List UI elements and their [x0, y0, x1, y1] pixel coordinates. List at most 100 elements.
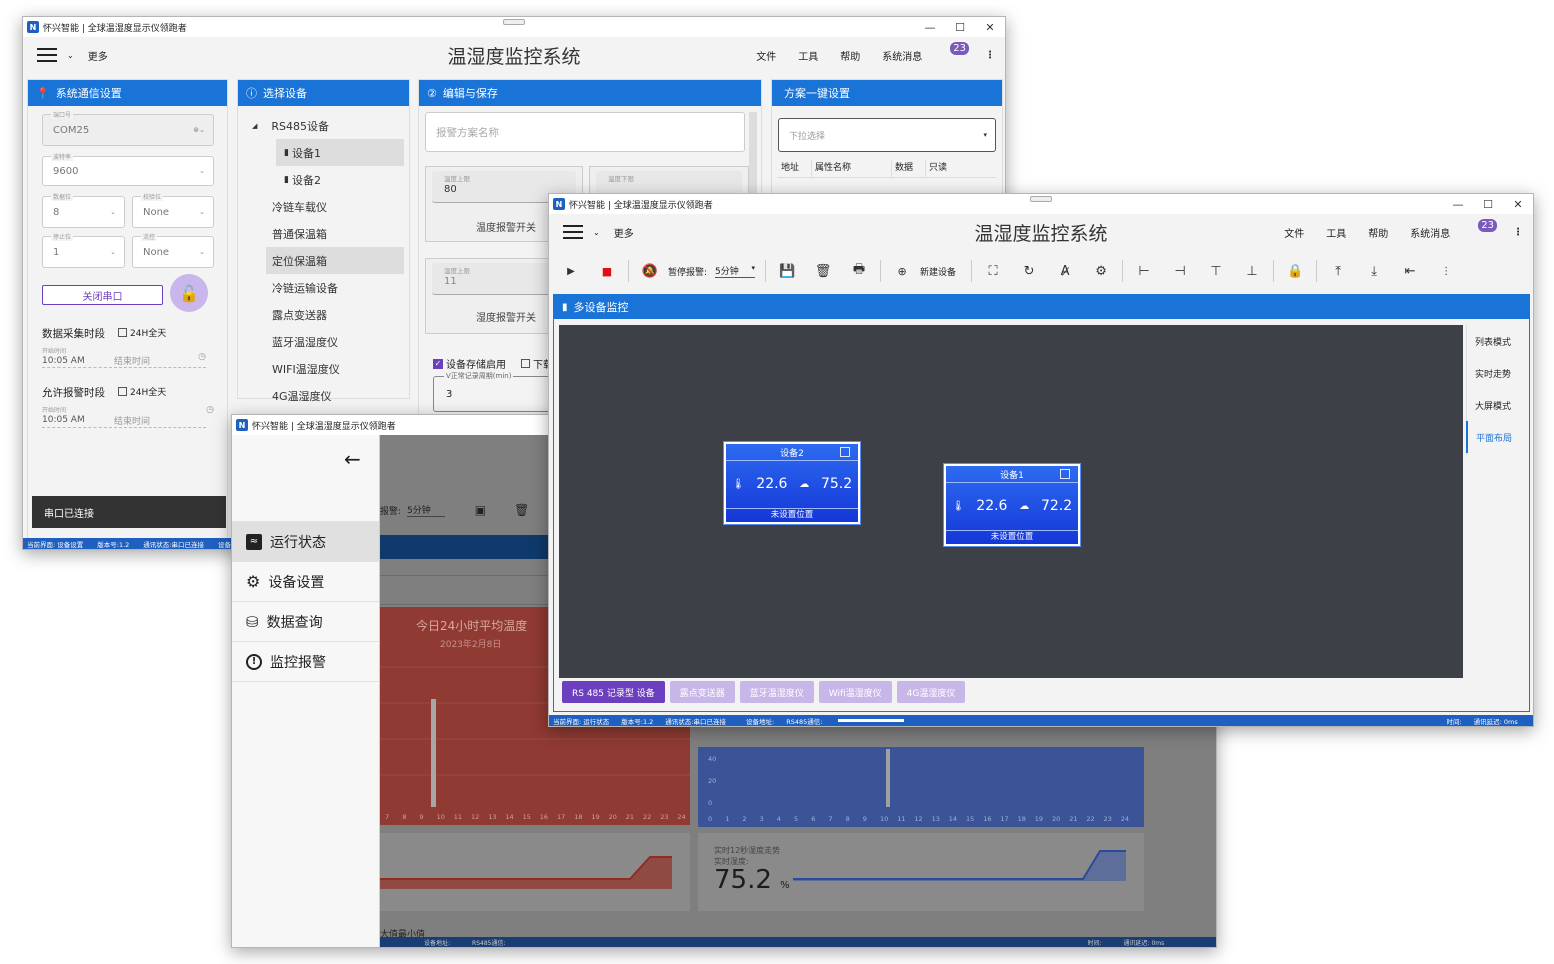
tab-realtime-trend[interactable]: 实时走势 — [1467, 357, 1528, 389]
save-icon[interactable]: 💾 — [769, 259, 805, 283]
scheme-name-input[interactable]: 报警方案名称 — [425, 112, 745, 152]
tree-item-bluetooth[interactable]: 蓝牙温湿度仪 — [238, 328, 409, 355]
tree-item-dew-point[interactable]: 露点变送器 — [238, 301, 409, 328]
close-port-button[interactable]: 关闭串口 — [42, 285, 163, 305]
clear-format-icon[interactable]: A̷ — [1047, 259, 1083, 283]
parity-select[interactable]: 校验位 None ⌄ — [132, 192, 214, 228]
save-icon[interactable]: ▣ — [475, 503, 486, 517]
minimize-button[interactable]: — — [1443, 194, 1473, 214]
print-icon[interactable]: 🖶 — [841, 259, 877, 283]
align-left-icon[interactable]: ⊢ — [1126, 259, 1162, 283]
hamburger-menu-icon[interactable] — [37, 48, 57, 62]
device-card[interactable]: 设备1 🌡 22.6 ☁ 72.2 未设置位置 — [944, 464, 1080, 546]
tree-item-device1[interactable]: ▮ 设备1 — [276, 139, 404, 166]
tab-wifi[interactable]: Wifi温湿度仪 — [818, 681, 892, 703]
temp-alarm-switch-label[interactable]: 温度报警开关 — [476, 219, 536, 234]
collect-end-time[interactable]: 结束时间 ◷ — [114, 348, 206, 368]
tab-bigscreen-mode[interactable]: 大屏模式 — [1467, 389, 1528, 421]
scan-icon[interactable]: ⛶ — [975, 259, 1011, 283]
refresh-icon[interactable]: ↻ — [1011, 259, 1047, 283]
align-right-icon[interactable]: ⊣ — [1162, 259, 1198, 283]
alarm-end-time[interactable]: 结束时间 ◷ — [114, 405, 214, 428]
flow-select[interactable]: 流控 None ⌄ — [132, 232, 214, 268]
scheme-dropdown[interactable]: 下拉选择 ▾ — [778, 118, 996, 152]
baud-select[interactable]: 波特率 9600 ⌄ — [42, 152, 214, 186]
menu-tools[interactable]: 工具 — [798, 48, 818, 63]
tree-item-normal-box[interactable]: 普通保温箱 — [238, 220, 409, 247]
menu-help[interactable]: 帮助 — [1368, 225, 1388, 240]
align-top-icon[interactable]: ⊤ — [1198, 259, 1234, 283]
menu-messages[interactable]: 系统消息 23 — [1410, 218, 1497, 240]
menu-help[interactable]: 帮助 — [840, 48, 860, 63]
tree-item-cold-transport[interactable]: 冷链运输设备 — [238, 274, 409, 301]
close-button[interactable]: ✕ — [1503, 194, 1533, 214]
stop-icon[interactable]: ■ — [589, 259, 625, 283]
menu-file[interactable]: 文件 — [756, 48, 776, 63]
chevron-down-icon[interactable]: ⌄ — [67, 51, 74, 60]
port-select[interactable]: 端口号 COM25 ⊗⌄ — [42, 110, 214, 146]
chevron-down-icon[interactable]: ⌄ — [593, 228, 600, 237]
tab-rs485[interactable]: RS 485 记录型 设备 — [562, 681, 665, 703]
kebab-menu-icon[interactable]: ⋮ — [985, 50, 995, 61]
tree-item-4g[interactable]: 4G温湿度仪 — [238, 382, 409, 409]
delete-icon[interactable]: 🗑 — [805, 259, 841, 283]
more-button[interactable]: 更多 — [88, 48, 108, 63]
drag-grip-icon[interactable] — [503, 19, 525, 25]
add-circle-icon[interactable]: ⊕ — [884, 259, 920, 283]
collapse-left-icon[interactable]: ⇤ — [1392, 259, 1428, 283]
tree-item-device2[interactable]: ▮ 设备2 — [276, 166, 409, 193]
maximize-button[interactable]: ☐ — [945, 17, 975, 37]
tree-group-rs485[interactable]: ◢ RS485设备 — [238, 112, 409, 139]
hum-alarm-switch-label[interactable]: 湿度报警开关 — [476, 309, 536, 324]
interval-select[interactable]: 5分钟 — [407, 503, 445, 517]
menu-messages[interactable]: 系统消息 23 — [882, 41, 969, 63]
overflow-icon[interactable]: ⋮ — [1428, 259, 1464, 283]
title-bar[interactable]: N 怀兴智能 | 全球温湿度显示仪领跑者 — ☐ ✕ — [23, 17, 1005, 37]
tree-item-cold-chain-vehicle[interactable]: 冷链车载仪 — [238, 193, 409, 220]
storage-enable-checkbox[interactable]: ✓ 设备存储启用 — [433, 356, 506, 371]
nav-item-runtime[interactable]: ≈ 运行状态 — [232, 522, 379, 562]
clear-dropdown-icon[interactable]: ⊗⌄ — [193, 126, 205, 134]
back-arrow-icon[interactable]: ← — [344, 447, 361, 471]
tab-floor-layout[interactable]: 平面布局 — [1466, 421, 1528, 453]
tab-bluetooth[interactable]: 蓝牙温湿度仪 — [739, 681, 814, 703]
tree-item-wifi[interactable]: WIFI温湿度仪 — [238, 355, 409, 382]
title-bar[interactable]: N 怀兴智能 | 全球温湿度显示仪领跑者 — ☐ ✕ — [549, 194, 1533, 214]
menu-file[interactable]: 文件 — [1284, 225, 1304, 240]
alarm-allday-checkbox[interactable]: 24H全天 — [118, 385, 166, 398]
tab-dew-point[interactable]: 露点变送器 — [669, 681, 735, 703]
stopbits-select[interactable]: 停止位 1 ⌄ — [42, 232, 125, 268]
databits-select[interactable]: 数据位 8 ⌄ — [42, 192, 125, 228]
card-checkbox-icon[interactable] — [840, 447, 850, 457]
mute-alarm-icon[interactable]: 🔕 — [632, 259, 668, 283]
download-icon[interactable]: ⤓ — [1356, 259, 1392, 283]
collect-start-time[interactable]: 开始时间 10:05 AM — [42, 348, 112, 368]
menu-tools[interactable]: 工具 — [1326, 225, 1346, 240]
alarm-start-time[interactable]: 开始时间 10:05 AM — [42, 406, 112, 428]
maximize-button[interactable]: ☐ — [1473, 194, 1503, 214]
nav-item-alarm[interactable]: ! 监控报警 — [232, 642, 379, 682]
tab-list-mode[interactable]: 列表模式 — [1467, 325, 1528, 357]
layout-canvas[interactable]: 设备2 🌡 22.6 ☁ 75.2 未设置位置 设备1 🌡 22.6 ☁ 72.… — [559, 325, 1463, 678]
play-icon[interactable]: ▶ — [553, 259, 589, 283]
collect-allday-checkbox[interactable]: 24H全天 — [118, 326, 166, 339]
more-button[interactable]: 更多 — [614, 225, 634, 240]
card-checkbox-icon[interactable] — [1060, 469, 1070, 479]
unlock-fab-button[interactable]: 🔓 — [170, 274, 208, 312]
kebab-menu-icon[interactable]: ⋮ — [1513, 227, 1523, 238]
upload-icon[interactable]: ⤒ — [1320, 259, 1356, 283]
tree-item-location-box[interactable]: 定位保温箱 — [266, 247, 404, 274]
record-period-input[interactable]: V正常记录周期(min) 3 — [433, 371, 553, 412]
nav-item-device-settings[interactable]: ⚙ 设备设置 — [232, 562, 379, 602]
lock-icon[interactable]: 🔒 — [1277, 259, 1313, 283]
tab-4g[interactable]: 4G温湿度仪 — [896, 681, 966, 703]
align-bottom-icon[interactable]: ⊥ — [1234, 259, 1270, 283]
device-card[interactable]: 设备2 🌡 22.6 ☁ 75.2 未设置位置 — [724, 442, 860, 524]
hamburger-menu-icon[interactable] — [563, 225, 583, 239]
settings-gear-icon[interactable]: ⚙ — [1083, 259, 1119, 283]
new-device-button[interactable]: 新建设备 — [920, 265, 956, 278]
minimize-button[interactable]: — — [915, 17, 945, 37]
interval-select[interactable]: 5分钟 ▾ — [715, 264, 756, 278]
drag-grip-icon[interactable] — [1030, 196, 1052, 202]
close-button[interactable]: ✕ — [975, 17, 1005, 37]
